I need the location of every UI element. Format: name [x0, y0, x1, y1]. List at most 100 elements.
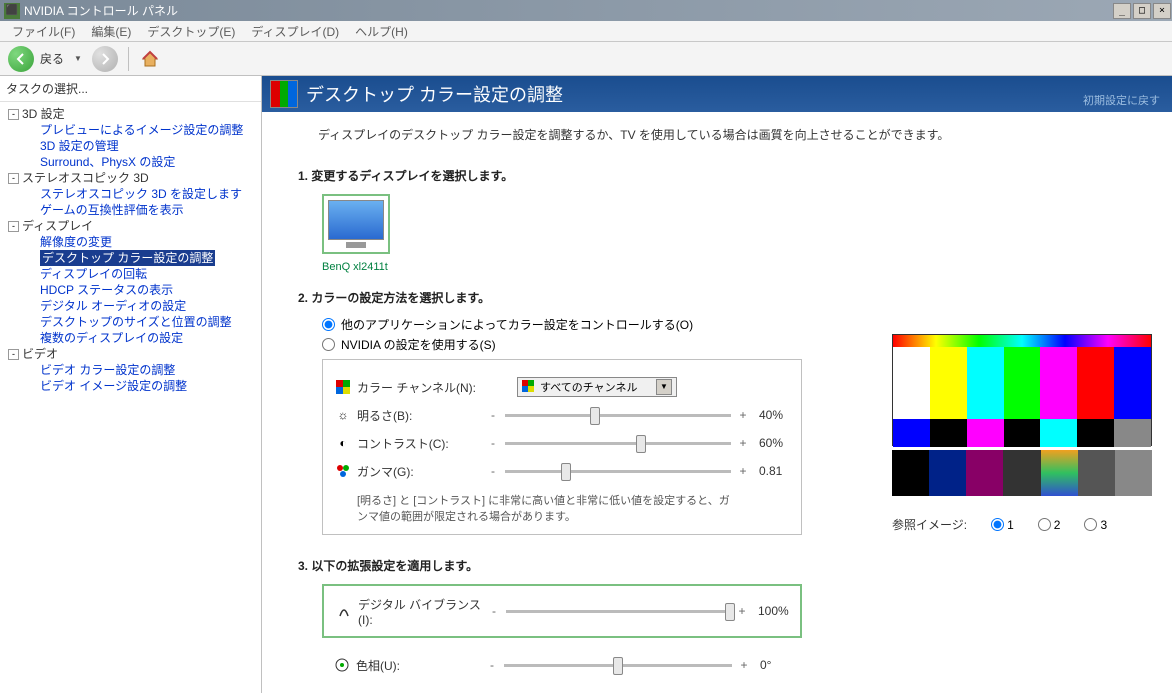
display-name-label: BenQ xl2411t — [322, 261, 1152, 273]
tree-item-manage-3d[interactable]: 3D 設定の管理 — [40, 138, 119, 154]
tree-item-video-color[interactable]: ビデオ カラー設定の調整 — [40, 362, 175, 378]
hue-label: 色相(U): — [356, 657, 486, 674]
close-button[interactable]: × — [1153, 3, 1171, 19]
dropdown-text: すべてのチャンネル — [540, 379, 656, 395]
contrast-value: 60% — [749, 436, 789, 450]
window-title: NVIDIA コントロール パネル — [24, 2, 178, 19]
menubar: ファイル(F) 編集(E) デスクトップ(E) ディスプレイ(D) ヘルプ(H) — [0, 21, 1172, 42]
tree-item-desktop-color[interactable]: デスクトップ カラー設定の調整 — [40, 250, 215, 266]
tree-item-compat[interactable]: ゲームの互換性評価を表示 — [40, 202, 184, 218]
maximize-button[interactable]: □ — [1133, 3, 1151, 19]
minus-icon: - — [487, 436, 499, 450]
radio-nvidia-label: NVIDIA の設定を使用する(S) — [341, 336, 496, 353]
hue-row-block: 色相(U): - + 0° — [322, 644, 802, 686]
display-thumbnail[interactable] — [322, 194, 390, 254]
menu-desktop[interactable]: デスクトップ(E) — [139, 21, 243, 42]
tree-item-digital-audio[interactable]: デジタル オーディオの設定 — [40, 298, 186, 314]
vibrance-slider[interactable] — [506, 610, 730, 613]
contrast-icon: ◐ — [335, 435, 351, 451]
chevron-down-icon: ▼ — [656, 379, 672, 395]
menu-file[interactable]: ファイル(F) — [4, 21, 83, 42]
channel-dropdown[interactable]: すべてのチャンネル ▼ — [517, 377, 677, 397]
page-header: デスクトップ カラー設定の調整 初期設定に戻す — [262, 76, 1172, 112]
menu-display[interactable]: ディスプレイ(D) — [243, 21, 347, 42]
tree-toggle-stereo[interactable]: - — [8, 173, 19, 184]
back-label: 戻る — [40, 50, 64, 67]
app-icon: ⬛ — [4, 3, 20, 19]
channel-icon — [335, 379, 351, 395]
gamma-label: ガンマ(G): — [357, 463, 487, 480]
section3-title: 3. 以下の拡張設定を適用します。 — [298, 557, 1152, 574]
page-description: ディスプレイのデスクトップ カラー設定を調整するか、TV を使用している場合は画… — [262, 112, 1172, 157]
tree-item-multi-display[interactable]: 複数のディスプレイの設定 — [40, 330, 183, 346]
reset-link[interactable]: 初期設定に戻す — [1083, 92, 1160, 108]
monitor-icon — [328, 200, 384, 240]
radio-nvidia[interactable] — [322, 338, 335, 351]
section1-title: 1. 変更するディスプレイを選択します。 — [298, 167, 1152, 184]
ref-radio-3[interactable]: 3 — [1084, 518, 1107, 532]
forward-button[interactable] — [92, 46, 118, 72]
back-button[interactable] — [8, 46, 34, 72]
tree-item-surround[interactable]: Surround、PhysX の設定 — [40, 154, 175, 170]
tree-item-hdcp[interactable]: HDCP ステータスの表示 — [40, 282, 173, 298]
tree-group-stereo[interactable]: ステレオスコピック 3D — [22, 170, 149, 186]
tree-toggle-3d[interactable]: - — [8, 109, 19, 120]
minus-icon: - — [487, 464, 499, 478]
tree-toggle-video[interactable]: - — [8, 349, 19, 360]
gamma-icon — [335, 463, 351, 479]
menu-help[interactable]: ヘルプ(H) — [347, 21, 416, 42]
tree-group-3d[interactable]: 3D 設定 — [22, 106, 65, 122]
ref-radio-1[interactable]: 1 — [991, 518, 1014, 532]
tree-toggle-display[interactable]: - — [8, 221, 19, 232]
tree-item-preview-adjust[interactable]: プレビューによるイメージ設定の調整 — [40, 122, 243, 138]
content: デスクトップ カラー設定の調整 初期設定に戻す ディスプレイのデスクトップ カラ… — [262, 76, 1172, 693]
minimize-button[interactable]: _ — [1113, 3, 1131, 19]
page-title: デスクトップ カラー設定の調整 — [306, 81, 563, 107]
vibrance-icon — [336, 603, 352, 619]
gamma-note: [明るさ] と [コントラスト] に非常に高い値と非常に低い値を設定すると、ガン… — [335, 488, 735, 524]
menu-edit[interactable]: 編集(E) — [83, 21, 139, 42]
dropdown-icon — [522, 380, 536, 394]
preview-panel: 参照イメージ: 1 2 3 — [892, 334, 1152, 533]
brightness-slider[interactable] — [505, 414, 731, 417]
tree-item-stereo-setup[interactable]: ステレオスコピック 3D を設定します — [40, 186, 242, 202]
minus-icon: - — [487, 408, 499, 422]
extended-block: デジタル バイブランス(I): - + 100% — [322, 584, 802, 638]
sidebar: タスクの選択... -3D 設定 プレビューによるイメージ設定の調整 3D 設定… — [0, 76, 262, 693]
plus-icon: + — [737, 436, 749, 450]
radio-other-label: 他のアプリケーションによってカラー設定をコントロールする(O) — [341, 316, 693, 333]
section-select-display: 1. 変更するディスプレイを選択します。 BenQ xl2411t — [262, 157, 1172, 279]
tree-group-video[interactable]: ビデオ — [22, 346, 58, 362]
task-tree: -3D 設定 プレビューによるイメージ設定の調整 3D 設定の管理 Surrou… — [0, 102, 261, 398]
tree-item-resolution[interactable]: 解像度の変更 — [40, 234, 112, 250]
section-extended: 3. 以下の拡張設定を適用します。 デジタル バイブランス(I): - + 10… — [262, 547, 1172, 693]
minus-icon: - — [488, 604, 500, 618]
home-button[interactable] — [139, 48, 161, 70]
section2-title: 2. カラーの設定方法を選択します。 — [298, 289, 1152, 306]
tree-item-size-position[interactable]: デスクトップのサイズと位置の調整 — [40, 314, 232, 330]
channel-label: カラー チャンネル(N): — [357, 379, 487, 396]
color-settings-block: カラー チャンネル(N): すべてのチャンネル ▼ ☼ 明るさ(B): - + … — [322, 359, 802, 535]
toolbar: 戻る ▼ — [0, 42, 1172, 76]
contrast-label: コントラスト(C): — [357, 435, 487, 452]
gamma-slider[interactable] — [505, 470, 731, 473]
grayscale-preview — [892, 450, 1152, 496]
tree-group-display[interactable]: ディスプレイ — [22, 218, 93, 234]
contrast-slider[interactable] — [505, 442, 731, 445]
brightness-value: 40% — [749, 408, 789, 422]
titlebar: ⬛ NVIDIA コントロール パネル _ □ × — [0, 0, 1172, 21]
sidebar-header: タスクの選択... — [0, 76, 261, 102]
vibrance-label: デジタル バイブランス(I): — [358, 596, 488, 627]
hue-value: 0° — [750, 658, 790, 672]
gamma-value: 0.81 — [749, 464, 789, 478]
back-dropdown-icon[interactable]: ▼ — [70, 54, 86, 63]
tree-item-video-image[interactable]: ビデオ イメージ設定の調整 — [40, 378, 187, 394]
minus-icon: - — [486, 658, 498, 672]
hue-slider[interactable] — [504, 664, 732, 667]
color-bars-preview — [892, 334, 1152, 446]
radio-other-app[interactable] — [322, 318, 335, 331]
ref-radio-2[interactable]: 2 — [1038, 518, 1061, 532]
monitor-stand-icon — [346, 242, 366, 248]
hue-icon — [334, 657, 350, 673]
tree-item-rotation[interactable]: ディスプレイの回転 — [40, 266, 147, 282]
